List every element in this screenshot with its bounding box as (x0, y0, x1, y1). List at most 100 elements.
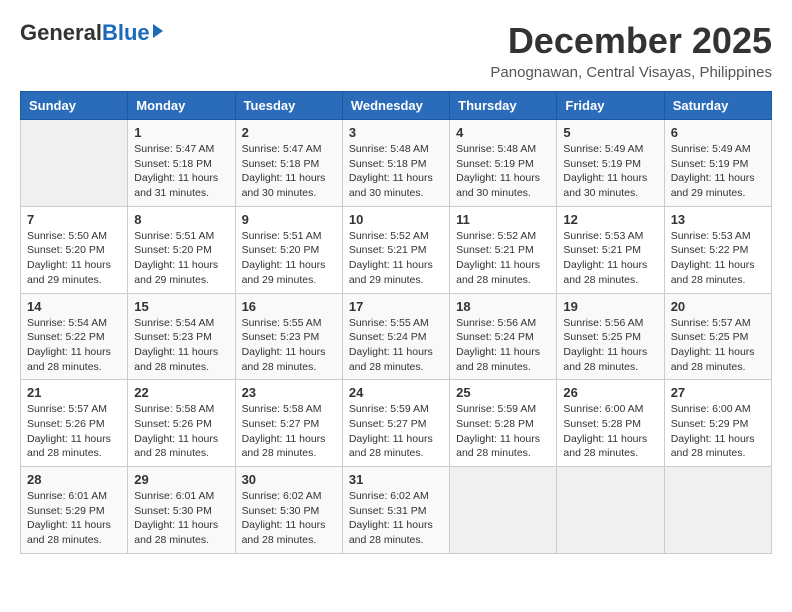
calendar-cell: 19Sunrise: 5:56 AMSunset: 5:25 PMDayligh… (557, 293, 664, 380)
calendar-week-row: 14 Sunrise: 5:54 AMSunset: 5:22 PMDayligh… (21, 293, 772, 380)
day-info: Sunrise: 6:02 AMSunset: 5:30 PMDaylight:… (242, 489, 336, 548)
calendar-cell: 23 Sunrise: 5:58 AMSunset: 5:27 PMDayligh… (235, 380, 342, 467)
day-info: Sunrise: 5:56 AMSunset: 5:24 PMDaylight:… (456, 316, 550, 375)
day-number: 15 (134, 299, 228, 314)
weekday-header-friday: Friday (557, 92, 664, 120)
day-number: 27 (671, 385, 765, 400)
day-info: Sunrise: 5:48 AMSunset: 5:19 PMDaylight:… (456, 142, 550, 201)
day-number: 29 (134, 472, 228, 487)
day-info: Sunrise: 5:54 AMSunset: 5:22 PMDaylight:… (27, 316, 121, 375)
day-number: 21 (27, 385, 121, 400)
day-number: 14 (27, 299, 121, 314)
day-number: 28 (27, 472, 121, 487)
day-info: Sunrise: 5:53 AMSunset: 5:22 PMDaylight:… (671, 229, 765, 288)
logo-blue: Blue (102, 20, 150, 46)
day-number: 25 (456, 385, 550, 400)
calendar-cell: 16Sunrise: 5:55 AMSunset: 5:23 PMDayligh… (235, 293, 342, 380)
calendar-cell: 12 Sunrise: 5:53 AMSunset: 5:21 PMDayligh… (557, 206, 664, 293)
day-info: Sunrise: 5:49 AMSunset: 5:19 PMDaylight:… (563, 142, 657, 201)
logo-triangle-icon (153, 24, 163, 38)
day-info: Sunrise: 5:59 AMSunset: 5:28 PMDaylight:… (456, 402, 550, 461)
day-number: 7 (27, 212, 121, 227)
day-number: 11 (456, 212, 550, 227)
day-info: Sunrise: 5:50 AMSunset: 5:20 PMDaylight:… (27, 229, 121, 288)
calendar-cell: 20Sunrise: 5:57 AMSunset: 5:25 PMDayligh… (664, 293, 771, 380)
calendar-cell: 17 Sunrise: 5:55 AMSunset: 5:24 PMDayligh… (342, 293, 449, 380)
day-info: Sunrise: 5:55 AMSunset: 5:23 PMDaylight:… (242, 316, 336, 375)
calendar-cell: 8Sunrise: 5:51 AMSunset: 5:20 PMDaylight… (128, 206, 235, 293)
weekday-header-monday: Monday (128, 92, 235, 120)
calendar-cell: 25 Sunrise: 5:59 AMSunset: 5:28 PMDayligh… (450, 380, 557, 467)
weekday-header-thursday: Thursday (450, 92, 557, 120)
calendar-cell: 24 Sunrise: 5:59 AMSunset: 5:27 PMDayligh… (342, 380, 449, 467)
calendar-cell: 21 Sunrise: 5:57 AMSunset: 5:26 PMDayligh… (21, 380, 128, 467)
calendar-cell: 31Sunrise: 6:02 AMSunset: 5:31 PMDayligh… (342, 467, 449, 554)
logo: General Blue (20, 20, 163, 46)
day-number: 30 (242, 472, 336, 487)
calendar-cell: 18 Sunrise: 5:56 AMSunset: 5:24 PMDayligh… (450, 293, 557, 380)
weekday-header-sunday: Sunday (21, 92, 128, 120)
day-number: 18 (456, 299, 550, 314)
day-info: Sunrise: 5:51 AMSunset: 5:20 PMDaylight:… (242, 229, 336, 288)
calendar-cell: 27 Sunrise: 6:00 AMSunset: 5:29 PMDayligh… (664, 380, 771, 467)
day-info: Sunrise: 5:57 AMSunset: 5:26 PMDaylight:… (27, 402, 121, 461)
calendar-cell: 29 Sunrise: 6:01 AMSunset: 5:30 PMDayligh… (128, 467, 235, 554)
day-info: Sunrise: 5:58 AMSunset: 5:26 PMDaylight:… (134, 402, 228, 461)
page-header: General Blue December 2025 Panognawan, C… (20, 20, 772, 81)
day-number: 13 (671, 212, 765, 227)
day-info: Sunrise: 5:52 AMSunset: 5:21 PMDaylight:… (349, 229, 443, 288)
calendar-cell: 13 Sunrise: 5:53 AMSunset: 5:22 PMDayligh… (664, 206, 771, 293)
day-info: Sunrise: 6:00 AMSunset: 5:29 PMDaylight:… (671, 402, 765, 461)
day-info: Sunrise: 5:52 AMSunset: 5:21 PMDaylight:… (456, 229, 550, 288)
calendar-cell: 7 Sunrise: 5:50 AMSunset: 5:20 PMDaylight… (21, 206, 128, 293)
weekday-header-wednesday: Wednesday (342, 92, 449, 120)
calendar-cell: 26 Sunrise: 6:00 AMSunset: 5:28 PMDayligh… (557, 380, 664, 467)
day-number: 9 (242, 212, 336, 227)
day-info: Sunrise: 5:49 AMSunset: 5:19 PMDaylight:… (671, 142, 765, 201)
day-info: Sunrise: 5:54 AMSunset: 5:23 PMDaylight:… (134, 316, 228, 375)
calendar-cell (557, 467, 664, 554)
calendar-cell: 5 Sunrise: 5:49 AMSunset: 5:19 PMDaylight… (557, 120, 664, 207)
title-block: December 2025 Panognawan, Central Visaya… (490, 20, 772, 81)
day-number: 10 (349, 212, 443, 227)
calendar-cell (664, 467, 771, 554)
calendar-header-row: SundayMondayTuesdayWednesdayThursdayFrid… (21, 92, 772, 120)
day-info: Sunrise: 5:53 AMSunset: 5:21 PMDaylight:… (563, 229, 657, 288)
day-number: 26 (563, 385, 657, 400)
calendar-cell: 9 Sunrise: 5:51 AMSunset: 5:20 PMDaylight… (235, 206, 342, 293)
day-info: Sunrise: 6:01 AMSunset: 5:30 PMDaylight:… (134, 489, 228, 548)
day-number: 2 (242, 125, 336, 140)
calendar-cell: 22Sunrise: 5:58 AMSunset: 5:26 PMDayligh… (128, 380, 235, 467)
day-number: 5 (563, 125, 657, 140)
day-number: 24 (349, 385, 443, 400)
day-number: 19 (563, 299, 657, 314)
calendar-cell: 14 Sunrise: 5:54 AMSunset: 5:22 PMDayligh… (21, 293, 128, 380)
calendar-table: SundayMondayTuesdayWednesdayThursdayFrid… (20, 91, 772, 554)
day-info: Sunrise: 6:02 AMSunset: 5:31 PMDaylight:… (349, 489, 443, 548)
calendar-cell: 1Sunrise: 5:47 AMSunset: 5:18 PMDaylight… (128, 120, 235, 207)
calendar-week-row: 7 Sunrise: 5:50 AMSunset: 5:20 PMDaylight… (21, 206, 772, 293)
day-number: 12 (563, 212, 657, 227)
day-number: 20 (671, 299, 765, 314)
day-number: 3 (349, 125, 443, 140)
calendar-week-row: 1Sunrise: 5:47 AMSunset: 5:18 PMDaylight… (21, 120, 772, 207)
calendar-cell: 15 Sunrise: 5:54 AMSunset: 5:23 PMDayligh… (128, 293, 235, 380)
day-info: Sunrise: 6:00 AMSunset: 5:28 PMDaylight:… (563, 402, 657, 461)
day-info: Sunrise: 5:59 AMSunset: 5:27 PMDaylight:… (349, 402, 443, 461)
day-info: Sunrise: 5:48 AMSunset: 5:18 PMDaylight:… (349, 142, 443, 201)
day-info: Sunrise: 5:55 AMSunset: 5:24 PMDaylight:… (349, 316, 443, 375)
calendar-week-row: 28Sunrise: 6:01 AMSunset: 5:29 PMDayligh… (21, 467, 772, 554)
day-info: Sunrise: 5:58 AMSunset: 5:27 PMDaylight:… (242, 402, 336, 461)
day-info: Sunrise: 5:47 AMSunset: 5:18 PMDaylight:… (242, 142, 336, 201)
location-subtitle: Panognawan, Central Visayas, Philippines (490, 64, 772, 81)
calendar-cell: 4Sunrise: 5:48 AMSunset: 5:19 PMDaylight… (450, 120, 557, 207)
calendar-cell: 10 Sunrise: 5:52 AMSunset: 5:21 PMDayligh… (342, 206, 449, 293)
day-info: Sunrise: 5:47 AMSunset: 5:18 PMDaylight:… (134, 142, 228, 201)
day-number: 6 (671, 125, 765, 140)
day-number: 23 (242, 385, 336, 400)
day-number: 17 (349, 299, 443, 314)
calendar-cell: 3 Sunrise: 5:48 AMSunset: 5:18 PMDaylight… (342, 120, 449, 207)
calendar-cell (21, 120, 128, 207)
calendar-cell: 28Sunrise: 6:01 AMSunset: 5:29 PMDayligh… (21, 467, 128, 554)
calendar-cell (450, 467, 557, 554)
